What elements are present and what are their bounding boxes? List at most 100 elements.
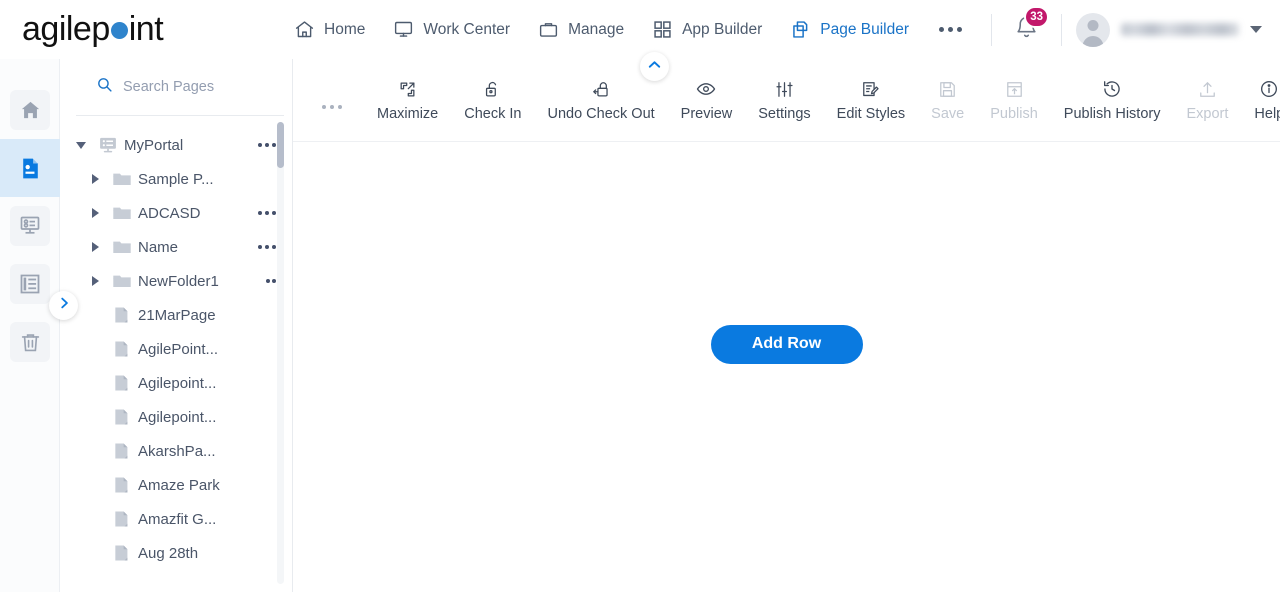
list-layout-icon: [10, 264, 50, 304]
briefcase-icon: [538, 19, 559, 40]
chevron-down-icon: [1250, 26, 1262, 33]
nav-item-home-label: Home: [324, 20, 366, 38]
portal-icon: [94, 135, 122, 155]
user-avatar-icon: [1076, 12, 1110, 47]
toolbar-label: Save: [931, 106, 965, 122]
toolbar-settings-button[interactable]: Settings: [745, 59, 823, 142]
logo-dot-icon: [110, 22, 128, 39]
chevron-right-icon: [57, 296, 71, 315]
toolbar-preview-button[interactable]: Preview: [668, 59, 746, 142]
toolbar-publish-history-button[interactable]: Publish History: [1051, 59, 1174, 142]
tree-node-menu-icon[interactable]: [258, 143, 276, 147]
page-icon: [108, 373, 136, 393]
upload-export-icon: [1198, 78, 1217, 99]
user-name-label: [1121, 23, 1239, 36]
tree-node-label: AgilePoint...: [138, 340, 219, 358]
rail-item-forms[interactable]: [0, 197, 60, 255]
page-document-icon: [10, 148, 50, 188]
search-pages-box[interactable]: [76, 59, 284, 116]
nav-item-app-builder[interactable]: App Builder: [638, 0, 776, 59]
tree-node-name[interactable]: Name: [60, 230, 292, 264]
toolbar-edit-styles-button[interactable]: Edit Styles: [824, 59, 919, 142]
toolbar-overflow-left-ellipsis-icon[interactable]: [322, 105, 342, 109]
toolbar-publish-button: Publish: [977, 59, 1051, 142]
chevron-right-icon[interactable]: [82, 174, 108, 184]
eye-icon: [696, 78, 716, 99]
toolbar-label: Check In: [464, 106, 522, 122]
tree-node-menu-icon[interactable]: [258, 245, 276, 249]
tree-node-page[interactable]: Amazfit G...: [60, 502, 292, 536]
toolbar-label: Edit Styles: [836, 106, 906, 122]
tree-scrollbar[interactable]: [277, 122, 284, 584]
logo-text-first: agilep: [22, 10, 110, 48]
toolbar-label: Maximize: [377, 106, 439, 122]
nav-item-work-center[interactable]: Work Center: [379, 0, 524, 59]
nav-item-app-builder-label: App Builder: [682, 20, 763, 38]
toolbar-maximize-button[interactable]: Maximize: [364, 59, 451, 142]
folder-icon: [108, 168, 136, 190]
tree-node-label: Agilepoint...: [138, 408, 217, 426]
page-icon: [108, 509, 136, 529]
chevron-right-icon[interactable]: [82, 276, 108, 286]
nav-item-home[interactable]: Home: [280, 0, 379, 59]
chevron-right-icon[interactable]: [82, 242, 108, 252]
tree-node-label: MyPortal: [124, 136, 184, 154]
tree-node-page[interactable]: Amaze Park: [60, 468, 292, 502]
user-menu[interactable]: [1062, 12, 1280, 47]
unlock-icon: [483, 78, 502, 99]
notifications-button[interactable]: 33: [992, 5, 1061, 45]
maximize-icon: [398, 78, 417, 99]
toolbar-label: Export: [1186, 106, 1229, 122]
tree-node-page[interactable]: AgilePoint...: [60, 332, 292, 366]
chevron-up-icon: [647, 57, 662, 77]
tree-node-menu-icon[interactable]: [266, 279, 276, 283]
nav-item-page-builder[interactable]: Page Builder: [776, 0, 923, 59]
chevron-right-icon[interactable]: [82, 208, 108, 218]
tree-scroll-area[interactable]: MyPortal Sample P... ADCASD Name NewFold…: [60, 116, 292, 592]
tree-node-label: Aug 28th: [138, 544, 199, 562]
page-icon: [108, 407, 136, 427]
page-canvas[interactable]: Add Row: [293, 142, 1280, 592]
notification-count-badge: 33: [1024, 5, 1049, 28]
tree-node-adcasd[interactable]: ADCASD: [60, 196, 292, 230]
tree-node-page[interactable]: AkarshPa...: [60, 434, 292, 468]
toolbar-label: Help: [1254, 106, 1280, 122]
tree-node-menu-icon[interactable]: [258, 211, 276, 215]
rail-item-home[interactable]: [0, 81, 60, 139]
info-circle-icon: [1259, 78, 1279, 99]
rail-item-pages[interactable]: [0, 139, 60, 197]
nav-items: Home Work Center Manage App Builder Page…: [280, 0, 991, 59]
rail-item-recycle-bin[interactable]: [0, 313, 60, 371]
monitor-icon: [393, 19, 414, 40]
chevron-down-icon[interactable]: [68, 141, 94, 149]
tree-node-label: ADCASD: [138, 204, 201, 222]
page-icon: [108, 339, 136, 359]
toolbar-check-in-button[interactable]: Check In: [451, 59, 534, 142]
tree-node-page[interactable]: Agilepoint...: [60, 400, 292, 434]
tree-scrollbar-thumb[interactable]: [277, 122, 284, 168]
expand-panel-button[interactable]: [49, 291, 78, 320]
toolbar-help-button[interactable]: Help: [1241, 59, 1280, 142]
tree-node-myportal[interactable]: MyPortal: [60, 128, 292, 162]
nav-overflow-ellipsis-icon[interactable]: [923, 0, 978, 59]
agilepoint-logo[interactable]: agilep int: [0, 10, 280, 49]
tree-node-sample-p[interactable]: Sample P...: [60, 162, 292, 196]
toolbar-label: Preview: [680, 106, 733, 122]
tree-node-label: Name: [138, 238, 179, 256]
tree-node-label: 21MarPage: [138, 306, 216, 324]
tree-node-page[interactable]: Agilepoint...: [60, 366, 292, 400]
collapse-toolbar-button[interactable]: [640, 52, 669, 81]
tree-node-label: Agilepoint...: [138, 374, 217, 392]
search-input[interactable]: [123, 79, 273, 95]
folder-icon: [108, 270, 136, 292]
tree-node-page[interactable]: 21MarPage: [60, 298, 292, 332]
tree-node-page[interactable]: Aug 28th: [60, 536, 292, 570]
history-clock-icon: [1102, 78, 1122, 99]
nav-item-manage[interactable]: Manage: [524, 0, 638, 59]
add-row-button[interactable]: Add Row: [710, 324, 863, 364]
tree-node-newfolder1[interactable]: NewFolder1: [60, 264, 292, 298]
save-disk-icon: [938, 78, 957, 99]
left-icon-rail: [0, 59, 60, 592]
page-icon: [108, 475, 136, 495]
copy-pages-icon: [790, 19, 811, 40]
